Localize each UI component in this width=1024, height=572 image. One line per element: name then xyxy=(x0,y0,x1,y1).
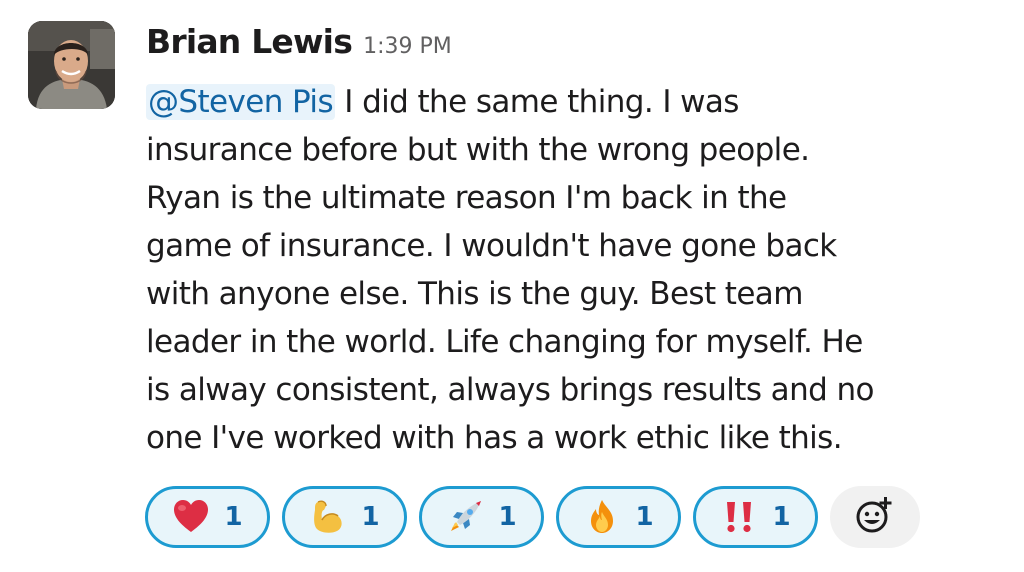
reaction-count: 1 xyxy=(361,502,380,532)
flexed-biceps-icon xyxy=(309,498,347,536)
message-line: game of insurance. I wouldn't have gone … xyxy=(146,228,837,264)
reaction-flexed-biceps[interactable]: 1 xyxy=(282,486,407,548)
message-line: one I've worked with has a work ethic li… xyxy=(146,420,843,456)
reaction-count: 1 xyxy=(772,502,791,532)
message-line: insurance before but with the wrong peop… xyxy=(146,132,810,168)
reaction-count: 1 xyxy=(498,502,517,532)
message-line: with anyone else. This is the guy. Best … xyxy=(146,276,803,312)
reactions-bar: 1 1 1 1 1 xyxy=(145,484,920,550)
reaction-heart[interactable]: 1 xyxy=(145,486,270,548)
reaction-count: 1 xyxy=(635,502,654,532)
heart-icon xyxy=(172,498,210,536)
message: Brian Lewis 1:39 PM @Steven Pis I did th… xyxy=(0,0,1024,572)
avatar[interactable] xyxy=(28,21,115,109)
add-reaction-icon xyxy=(853,493,897,541)
reaction-count: 1 xyxy=(224,502,243,532)
message-line: leader in the world. Life changing for m… xyxy=(146,324,863,360)
message-line-text: I did the same thing. I was xyxy=(335,84,739,120)
message-timestamp[interactable]: 1:39 PM xyxy=(363,34,452,59)
rocket-icon xyxy=(446,498,484,536)
message-line: @Steven Pis I did the same thing. I was xyxy=(146,78,1008,126)
message-body: @Steven Pis I did the same thing. I was … xyxy=(146,78,1008,462)
double-exclamation-icon xyxy=(720,498,758,536)
message-line: is alway consistent, always brings resul… xyxy=(146,372,874,408)
fire-icon xyxy=(583,498,621,536)
message-line: Ryan is the ultimate reason I'm back in … xyxy=(146,180,787,216)
user-mention[interactable]: @Steven Pis xyxy=(146,84,336,120)
reaction-rocket[interactable]: 1 xyxy=(419,486,544,548)
reaction-double-exclamation[interactable]: 1 xyxy=(693,486,818,548)
author-name[interactable]: Brian Lewis xyxy=(146,22,353,61)
add-reaction-button[interactable] xyxy=(830,486,920,548)
avatar-photo-icon xyxy=(28,21,115,109)
reaction-fire[interactable]: 1 xyxy=(556,486,681,548)
message-header: Brian Lewis 1:39 PM xyxy=(146,22,452,70)
